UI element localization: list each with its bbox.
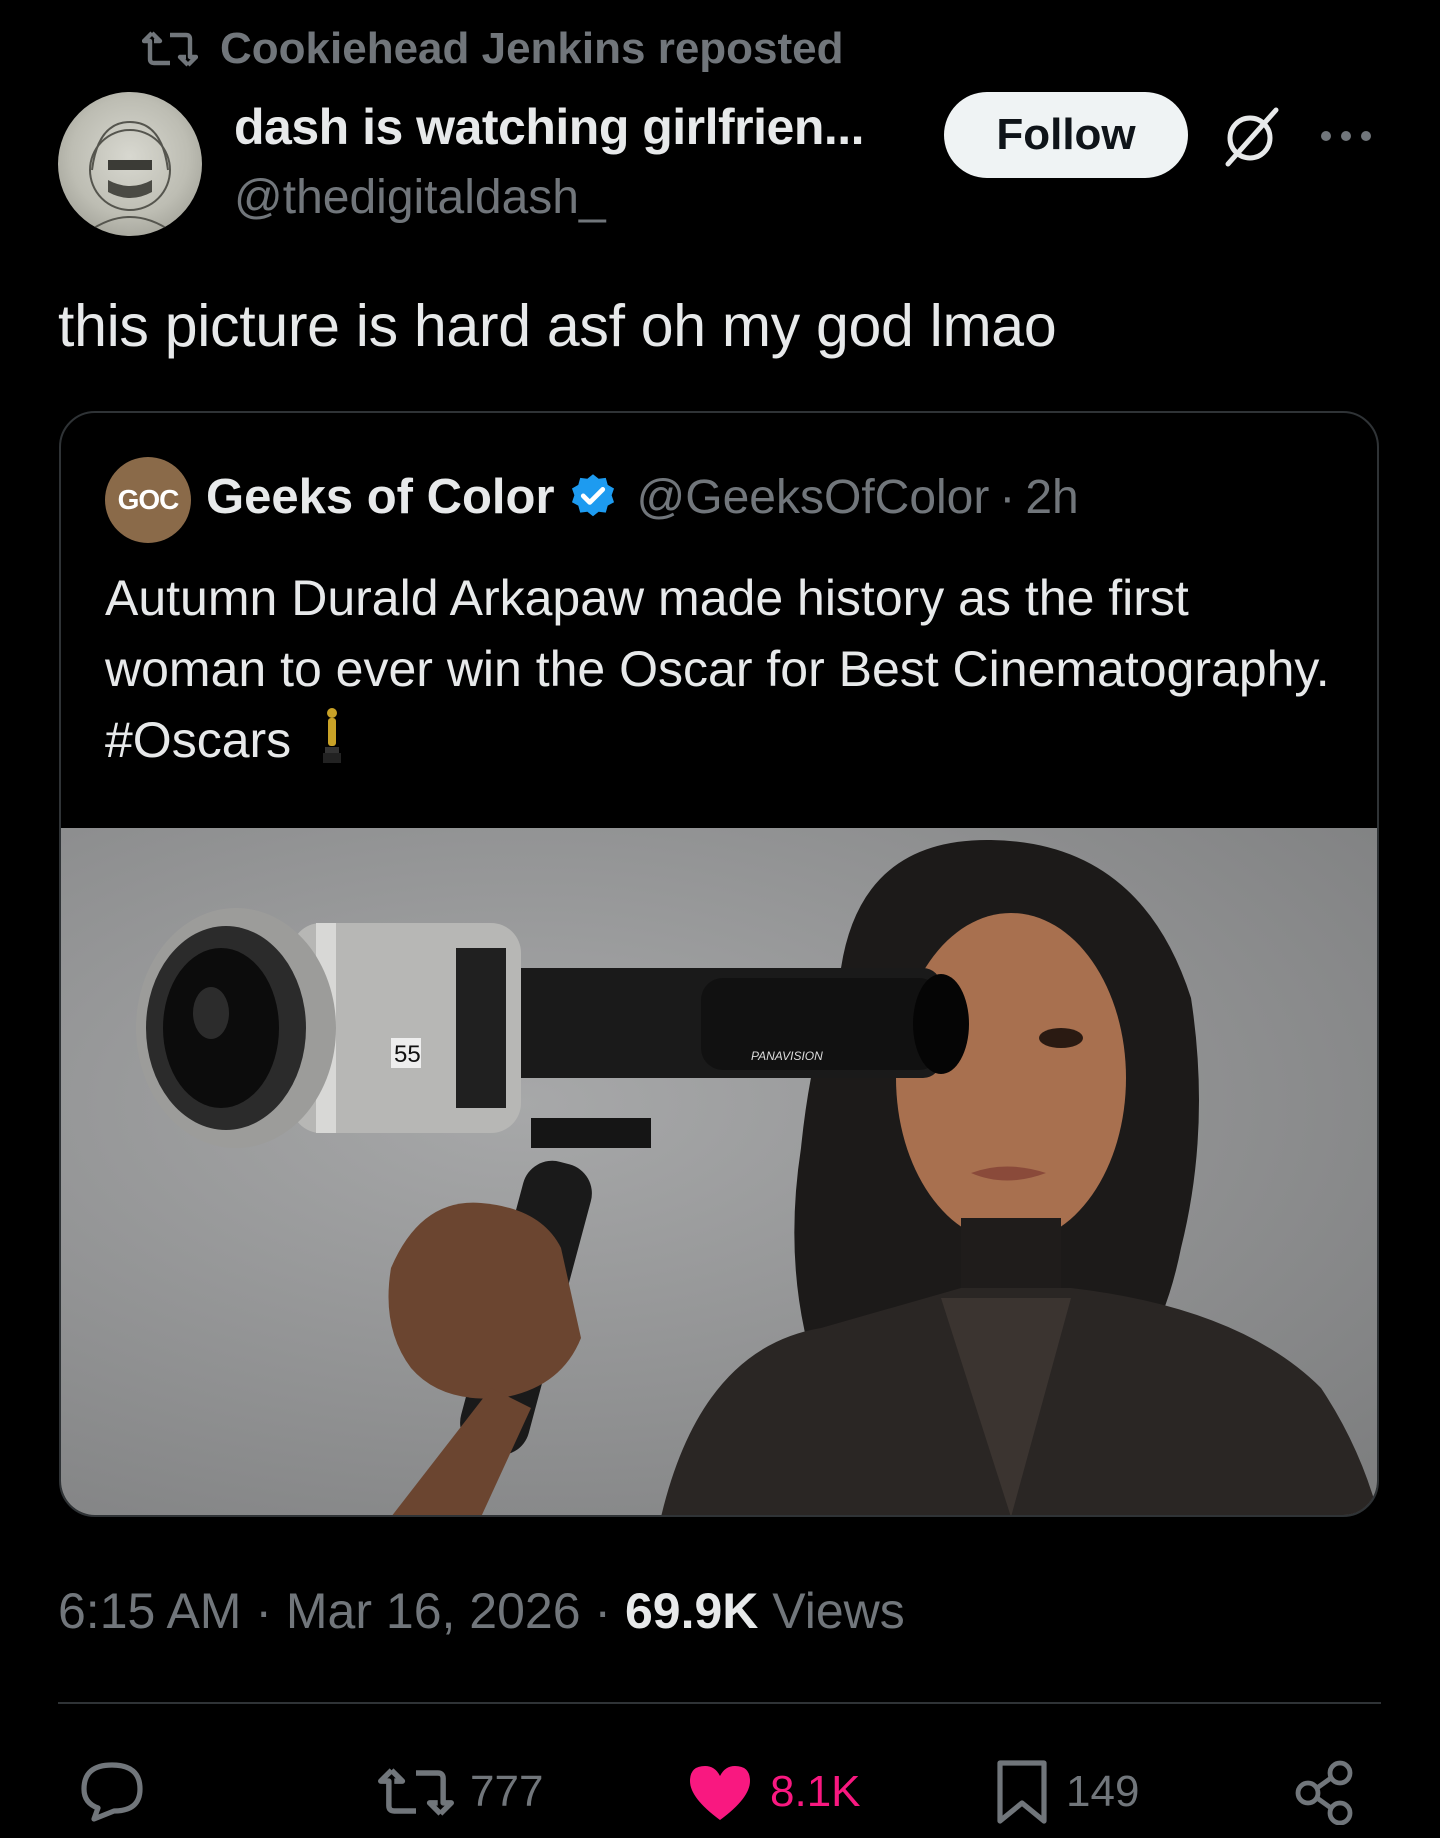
quoted-name[interactable]: Geeks of Color (206, 469, 555, 525)
quoted-photo[interactable]: 55 PANAVISION (61, 828, 1377, 1515)
quoted-avatar-text: GOC (117, 484, 180, 515)
meta-separator: · (580, 1583, 625, 1639)
follow-button[interactable]: Follow (944, 92, 1188, 178)
tweet-meta: 6:15 AM · Mar 16, 2026 · 69.9K Views (58, 1582, 905, 1640)
bookmark-icon (997, 1760, 1047, 1824)
reply-icon (81, 1762, 143, 1822)
quoted-time[interactable]: 2h (1025, 470, 1078, 525)
views-count[interactable]: 69.9K (625, 1583, 758, 1639)
repost-button[interactable]: 777 (378, 1752, 543, 1832)
repost-header[interactable]: Cookiehead Jenkins reposted (142, 22, 844, 76)
lens-number: 55 (394, 1041, 421, 1068)
repost-action-icon (378, 1768, 454, 1816)
bookmark-count: 149 (1066, 1767, 1140, 1816)
author-handle[interactable]: @thedigitaldash_ (234, 170, 606, 225)
quoted-avatar[interactable]: GOC (105, 457, 191, 543)
more-icon[interactable] (1318, 116, 1374, 156)
lens-brand: PANAVISION (751, 1049, 823, 1063)
heart-icon (690, 1766, 750, 1820)
bookmark-button[interactable]: 149 (994, 1752, 1139, 1832)
quoted-handle[interactable]: @GeeksOfColor (637, 470, 990, 525)
tweet-text: this picture is hard asf oh my god lmao (58, 293, 1057, 359)
like-button[interactable]: 8.1K (686, 1752, 861, 1832)
tweet-date[interactable]: Mar 16, 2026 (286, 1583, 581, 1639)
quoted-text-body: Autumn Durald Arkapaw made history as th… (105, 570, 1330, 768)
grok-icon[interactable] (1218, 104, 1284, 170)
repost-text[interactable]: Cookiehead Jenkins reposted (220, 24, 844, 74)
quoted-text: Autumn Durald Arkapaw made history as th… (105, 563, 1335, 776)
meta-separator: · (241, 1583, 286, 1639)
reply-button[interactable] (78, 1752, 162, 1832)
share-button[interactable] (1292, 1752, 1358, 1832)
views-label: Views (758, 1583, 905, 1639)
quoted-separator: · (999, 470, 1016, 524)
quoted-header: Geeks of Color @GeeksOfColor · 2h (206, 469, 1079, 525)
verified-badge-icon (571, 474, 614, 517)
face-shape (896, 913, 1126, 1243)
quoted-tweet[interactable]: GOC Geeks of Color @GeeksOfColor · 2h Au… (59, 411, 1379, 1517)
avatar[interactable] (58, 92, 202, 236)
oscar-trophy-emoji (323, 708, 342, 763)
divider (58, 1702, 1381, 1704)
tweet-time[interactable]: 6:15 AM (58, 1583, 241, 1639)
repost-icon (142, 31, 198, 67)
share-icon (1295, 1760, 1353, 1825)
author-name[interactable]: dash is watching girlfrien... (234, 98, 865, 156)
like-count: 8.1K (770, 1767, 861, 1816)
repost-count: 777 (470, 1767, 544, 1816)
